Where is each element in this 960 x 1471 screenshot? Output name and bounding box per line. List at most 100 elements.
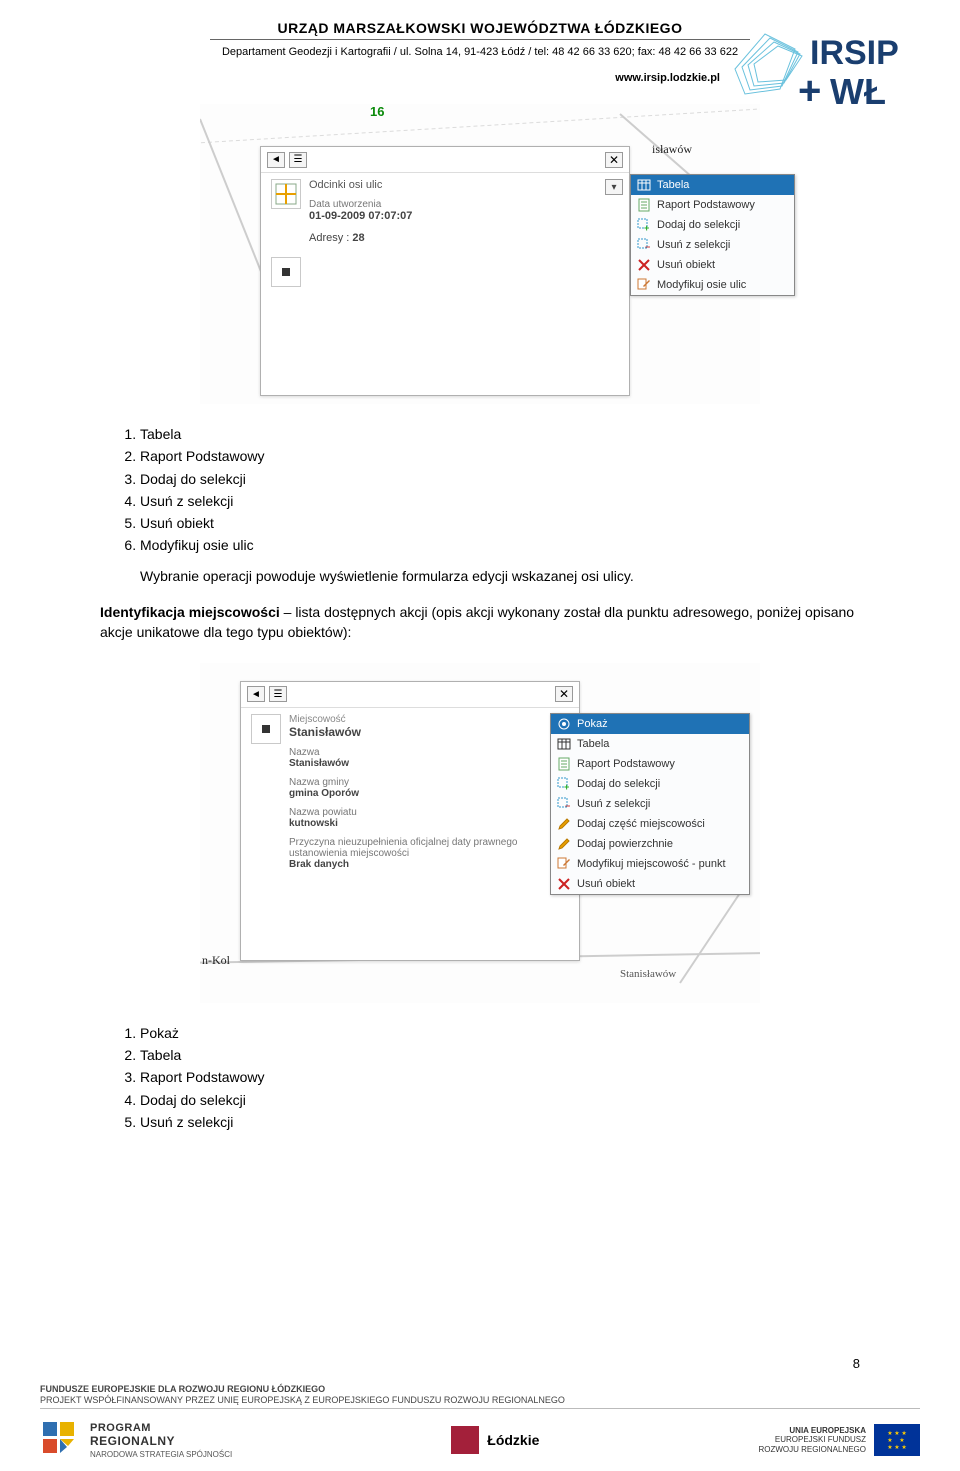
delete-icon <box>557 877 571 891</box>
pencil-icon <box>557 837 571 851</box>
popup-field-value: kutnowski <box>289 818 569 829</box>
list-item: Dodaj do selekcji <box>140 469 860 489</box>
popup-field-value: Brak danych <box>289 859 569 870</box>
popup-field-label: Nazwa powiatu <box>289 807 569 818</box>
context-menu-item[interactable]: Raport Podstawowy <box>551 754 749 774</box>
context-menu-item[interactable]: Usuń obiekt <box>631 255 794 275</box>
footer: FUNDUSZE EUROPEJSKIE DLA ROZWOJU REGIONU… <box>0 1378 960 1471</box>
after-list-text: Wybranie operacji powoduje wyświetlenie … <box>100 566 860 586</box>
context-menu-item[interactable]: Dodaj powierzchnie <box>551 834 749 854</box>
context-menu-label: Pokaż <box>577 718 608 730</box>
context-menu-label: Raport Podstawowy <box>577 758 675 770</box>
context-menu-item[interactable]: Modyfikuj osie ulic <box>631 275 794 295</box>
actions-context-menu: Pokaż Tabela Raport Podstawowy + Dodaj do se… <box>550 713 750 895</box>
context-menu-item[interactable]: Pokaż <box>551 714 749 734</box>
svg-text:IRSIP: IRSIP <box>810 34 899 72</box>
context-menu-label: Tabela <box>577 738 609 750</box>
list-item: Usuń z selekcji <box>140 1112 860 1132</box>
info-popup: ◄ ☰ ✕ Odcinki osi ulic Data utworzenia 0… <box>260 146 630 396</box>
header-rule <box>210 39 750 40</box>
screenshot-2: n-Kol Stanisławów ◄ ☰ ✕ Miejscowość Stan… <box>200 663 760 1003</box>
context-menu-item[interactable]: + Dodaj do selekcji <box>631 215 794 235</box>
context-menu-label: Dodaj do selekcji <box>657 219 740 231</box>
delete-icon <box>637 258 651 272</box>
popup-prev-button[interactable]: ◄ <box>247 686 265 702</box>
list-item: Raport Podstawowy <box>140 1067 860 1087</box>
page-number: 8 <box>853 1356 860 1371</box>
body-text-2: PokażTabelaRaport Podstawowy Dodaj do sel… <box>0 1003 960 1132</box>
context-menu-label: Modyfikuj miejscowość - punkt <box>577 858 726 870</box>
context-menu-item[interactable]: Raport Podstawowy <box>631 195 794 215</box>
add-sel-icon: + <box>557 777 571 791</box>
add-sel-icon: + <box>637 218 651 232</box>
list-item: Raport Podstawowy <box>140 446 860 466</box>
popup-field-label: Data utworzenia <box>309 199 619 210</box>
info-popup: ◄ ☰ ✕ Miejscowość Stanisławów Nazwa Stan… <box>240 681 580 961</box>
layer-thumb-icon <box>251 714 281 744</box>
popup-field-value: 28 <box>352 232 364 244</box>
context-menu-item[interactable]: Tabela <box>551 734 749 754</box>
header: URZĄD MARSZAŁKOWSKI WOJEWÓDZTWA ŁÓDZKIEG… <box>0 0 960 84</box>
context-menu-label: Dodaj część miejscowości <box>577 818 705 830</box>
popup-close-button[interactable]: ✕ <box>555 686 573 702</box>
popup-list-button[interactable]: ☰ <box>289 152 307 168</box>
context-menu-label: Dodaj do selekcji <box>577 778 660 790</box>
popup-row-title: Odcinki osi ulic <box>309 179 619 191</box>
program-regionalny-logo: PROGRAM REGIONALNY NARODOWA STRATEGIA SP… <box>40 1419 232 1461</box>
list-item: Tabela <box>140 424 860 444</box>
context-menu-label: Dodaj powierzchnie <box>577 838 673 850</box>
context-menu-label: Usuń z selekcji <box>577 798 650 810</box>
context-menu-label: Usuń obiekt <box>577 878 635 890</box>
popup-close-button[interactable]: ✕ <box>605 152 623 168</box>
action-list-2: PokażTabelaRaport Podstawowy Dodaj do sel… <box>100 1023 860 1132</box>
svg-text:+: + <box>798 69 821 113</box>
lodzkie-logo: Łódzkie <box>451 1426 539 1454</box>
popup-actions-button[interactable]: ▾ <box>605 179 623 195</box>
popup-list-button[interactable]: ☰ <box>269 686 287 702</box>
svg-text:−: − <box>565 801 570 811</box>
list-item: Dodaj do selekcji <box>140 1090 860 1110</box>
rem-sel-icon: − <box>557 797 571 811</box>
popup-field-label: Przyczyna nieuzupełnienia oficjalnej dat… <box>289 837 549 859</box>
map-number-label: 16 <box>370 104 384 119</box>
report-icon <box>557 757 571 771</box>
para-lead: Identyfikacja miejscowości <box>100 604 280 620</box>
context-menu-item[interactable]: Dodaj część miejscowości <box>551 814 749 834</box>
popup-field-value: gmina Oporów <box>289 788 569 799</box>
list-item: Usuń z selekcji <box>140 491 860 511</box>
layer-thumb-icon <box>271 257 301 287</box>
report-icon <box>637 198 651 212</box>
svg-text:−: − <box>645 242 650 252</box>
eu-logo: UNIA EUROPEJSKA EUROPEJSKI FUNDUSZ ROZWO… <box>758 1424 920 1456</box>
context-menu-label: Raport Podstawowy <box>657 199 755 211</box>
context-menu-item[interactable]: Tabela <box>631 175 794 195</box>
list-item: Tabela <box>140 1045 860 1065</box>
list-item: Usuń obiekt <box>140 513 860 533</box>
list-item: Pokaż <box>140 1023 860 1043</box>
context-menu-item[interactable]: −Usuń z selekcji <box>551 794 749 814</box>
context-menu-item[interactable]: + Dodaj do selekcji <box>551 774 749 794</box>
rem-sel-icon: − <box>637 238 651 252</box>
popup-field-label: Nazwa <box>289 747 569 758</box>
popup-field-label: Adresy : <box>309 232 349 244</box>
context-menu-item[interactable]: −Usuń z selekcji <box>631 235 794 255</box>
table-icon <box>637 178 651 192</box>
action-list-1: TabelaRaport Podstawowy Dodaj do selekcji… <box>100 424 860 556</box>
pencil-icon <box>557 817 571 831</box>
table-icon <box>557 737 571 751</box>
svg-text:+: + <box>644 223 649 232</box>
svg-text:+: + <box>564 782 569 791</box>
context-menu-item[interactable]: Modyfikuj miejscowość - punkt <box>551 854 749 874</box>
context-menu-label: Usuń z selekcji <box>657 239 730 251</box>
map-place-label: Stanisławów <box>620 968 676 980</box>
popup-field-label: Miejscowość <box>289 714 569 725</box>
popup-field-value: Stanisławów <box>289 758 569 769</box>
footer-line-2: PROJEKT WSPÓŁFINANSOWANY PRZEZ UNIĘ EURO… <box>40 1395 920 1406</box>
context-menu-item[interactable]: Usuń obiekt <box>551 874 749 894</box>
paragraph-identyfikacja: Identyfikacja miejscowości – lista dostę… <box>100 602 860 643</box>
list-item: Modyfikuj osie ulic <box>140 535 860 555</box>
actions-context-menu: Tabela Raport Podstawowy + Dodaj do selekcj… <box>630 174 795 296</box>
popup-prev-button[interactable]: ◄ <box>267 152 285 168</box>
screenshot-1: 16 isławów ◄ ☰ ✕ Odcinki osi ulic Data u… <box>200 104 760 404</box>
eu-flag-icon: ★ ★ ★★ ★★ ★ ★ <box>874 1424 920 1456</box>
